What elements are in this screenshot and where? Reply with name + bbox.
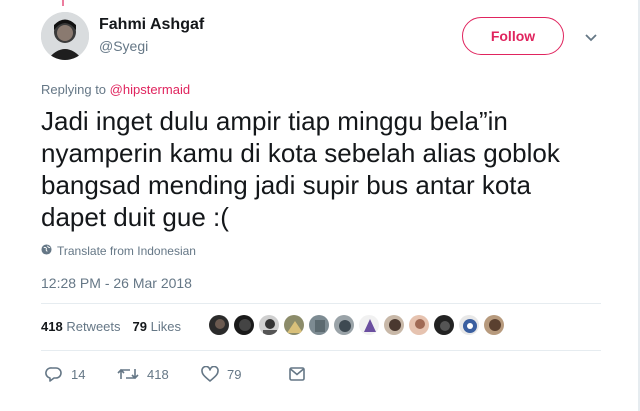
tweet-line: Jadi inget dulu ampir tiap minggu bela”i… bbox=[41, 106, 508, 136]
retweets-label: Retweets bbox=[66, 319, 121, 334]
liker-avatar[interactable] bbox=[233, 314, 255, 336]
reply-context: Replying to @hipstermaid bbox=[41, 82, 190, 97]
liker-avatar[interactable] bbox=[408, 314, 430, 336]
translate-link[interactable]: Translate from Indonesian bbox=[41, 244, 196, 258]
follow-button[interactable]: Follow bbox=[462, 17, 564, 55]
reply-button[interactable]: 14 bbox=[45, 365, 117, 383]
author-name[interactable]: Fahmi Ashgaf bbox=[99, 16, 204, 34]
liker-avatars bbox=[208, 314, 505, 336]
retweet-count: 418 bbox=[147, 366, 169, 382]
liker-avatar[interactable] bbox=[483, 314, 505, 336]
liker-avatar[interactable] bbox=[383, 314, 405, 336]
tweet-line: bangsad mending jadi supir bus antar kot… bbox=[41, 170, 531, 200]
liker-avatar[interactable] bbox=[333, 314, 355, 336]
retweets-count: 418 bbox=[41, 319, 63, 334]
chevron-down-icon[interactable] bbox=[584, 30, 598, 42]
author-avatar[interactable] bbox=[41, 12, 89, 60]
reply-mention-link[interactable]: @hipstermaid bbox=[110, 82, 190, 97]
divider bbox=[41, 350, 601, 351]
likes-label: Likes bbox=[150, 319, 181, 334]
liker-avatar[interactable] bbox=[283, 314, 305, 336]
retweet-icon bbox=[117, 365, 139, 383]
liker-avatar[interactable] bbox=[358, 314, 380, 336]
tweet-stats: 418 Retweets 79 Likes bbox=[41, 319, 181, 334]
liker-avatar[interactable] bbox=[208, 314, 230, 336]
liker-avatar[interactable] bbox=[258, 314, 280, 336]
like-button[interactable]: 79 bbox=[201, 365, 289, 383]
reply-count: 14 bbox=[71, 366, 86, 382]
reply-context-prefix: Replying to bbox=[41, 82, 107, 97]
like-count: 79 bbox=[227, 366, 242, 382]
liker-avatar[interactable] bbox=[433, 314, 455, 336]
liker-avatar[interactable] bbox=[308, 314, 330, 336]
message-button[interactable] bbox=[289, 367, 305, 381]
heart-icon bbox=[201, 365, 219, 383]
likes-count: 79 bbox=[132, 319, 147, 334]
top-indicator bbox=[62, 0, 64, 6]
author-handle[interactable]: @Syegi bbox=[99, 38, 148, 54]
tweet-line: nyamperin kamu di kota sebelah alias gob… bbox=[41, 138, 560, 168]
tweet-text: Jadi inget dulu ampir tiap minggu bela”i… bbox=[41, 105, 601, 233]
reply-icon bbox=[45, 365, 63, 383]
retweet-button[interactable]: 418 bbox=[117, 365, 201, 383]
likes-stat[interactable]: 79 Likes bbox=[133, 319, 181, 334]
tweet-actions: 14 418 79 bbox=[41, 365, 305, 383]
retweets-stat[interactable]: 418 Retweets bbox=[41, 319, 121, 334]
tweet-timestamp[interactable]: 12:28 PM - 26 Mar 2018 bbox=[41, 275, 192, 291]
divider bbox=[41, 303, 601, 304]
message-icon bbox=[289, 367, 305, 381]
liker-avatar[interactable] bbox=[458, 314, 480, 336]
globe-icon bbox=[41, 244, 52, 258]
tweet-line: dapet duit gue :( bbox=[41, 202, 229, 232]
translate-label: Translate from Indonesian bbox=[57, 244, 196, 258]
